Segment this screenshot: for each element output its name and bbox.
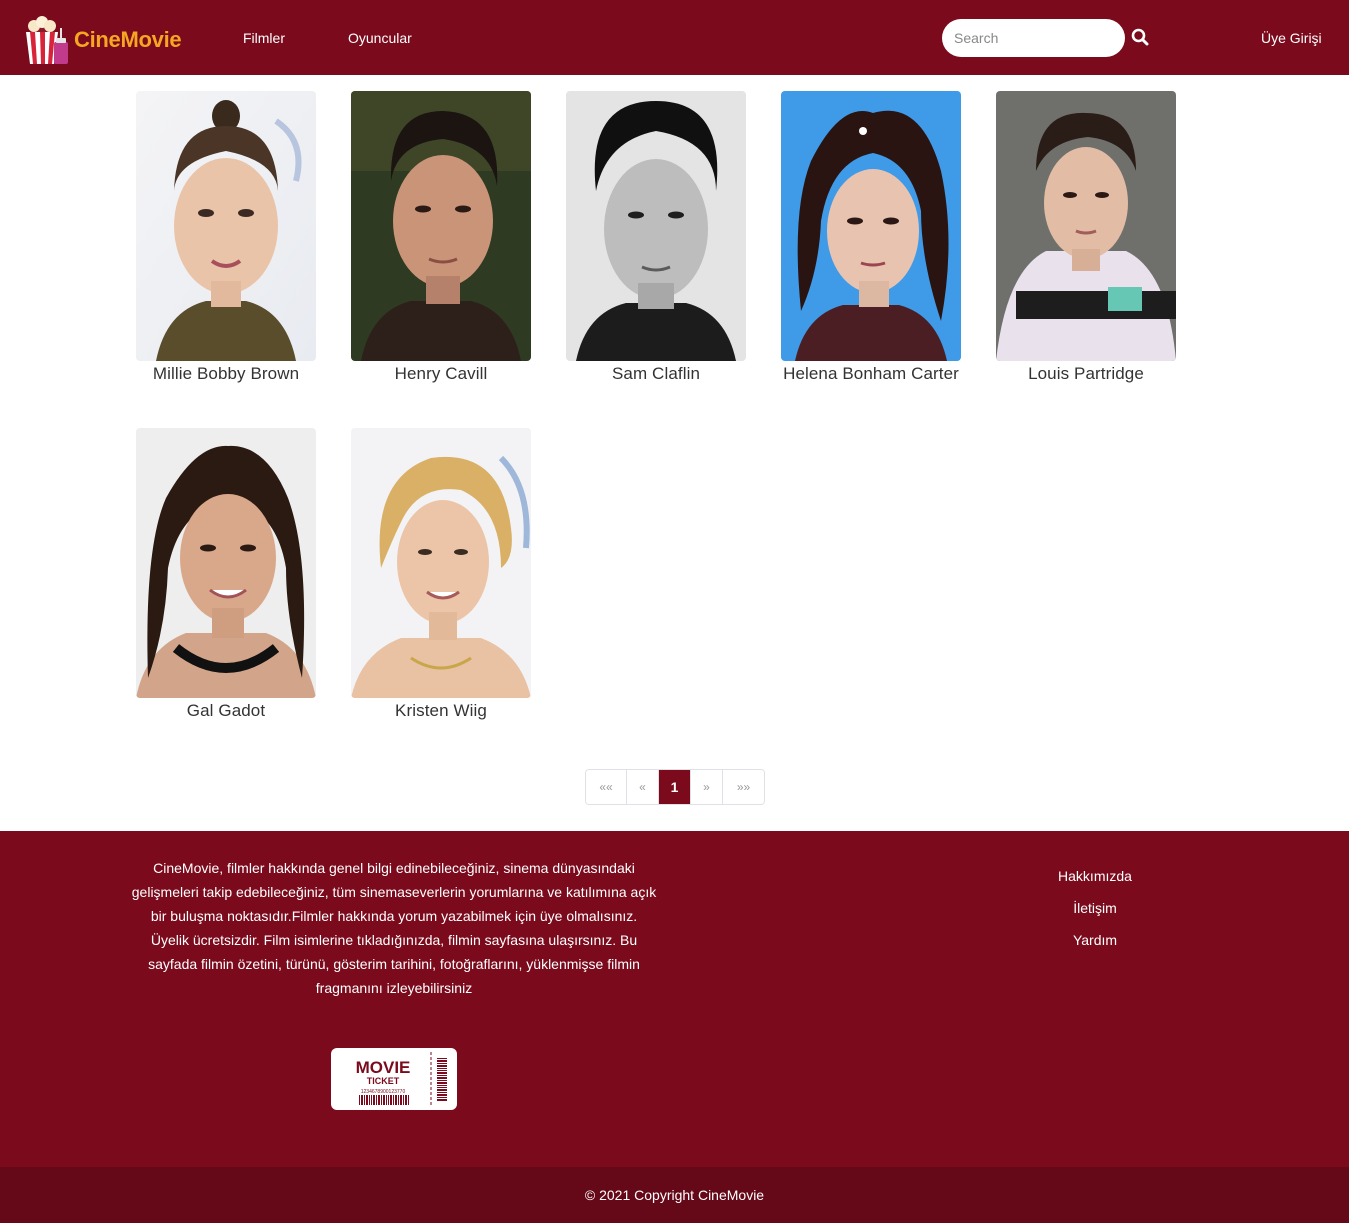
pagination-first[interactable]: «« — [586, 770, 627, 804]
popcorn-icon — [20, 14, 70, 66]
footer-about-text: CineMovie, filmler hakkında genel bilgi … — [131, 860, 657, 996]
brand-logo[interactable]: CineMovie — [20, 14, 182, 66]
nav-link-films[interactable]: Filmler — [243, 30, 285, 46]
actor-photo[interactable] — [996, 91, 1176, 361]
actor-photo[interactable] — [351, 428, 531, 698]
pagination-page-current[interactable]: 1 — [659, 770, 691, 804]
actor-card[interactable]: Helena Bonham Carter — [781, 91, 961, 384]
pagination: «« « 1 » »» — [585, 769, 765, 805]
nav-link-actors[interactable]: Oyuncular — [348, 30, 412, 46]
actor-name[interactable]: Helena Bonham Carter — [781, 364, 961, 384]
actor-name[interactable]: Millie Bobby Brown — [136, 364, 316, 384]
login-link[interactable]: Üye Girişi — [1261, 30, 1322, 46]
actor-photo[interactable] — [136, 91, 316, 361]
actor-card[interactable]: Millie Bobby Brown — [136, 91, 316, 384]
actor-card[interactable]: Henry Cavill — [351, 91, 531, 384]
actor-name[interactable]: Gal Gadot — [136, 701, 316, 721]
footer-links: Hakkımızda İletişim Yardım — [1040, 864, 1150, 960]
actor-name[interactable]: Louis Partridge — [996, 364, 1176, 384]
copyright-bar: © 2021 Copyright CineMovie — [0, 1167, 1349, 1223]
actor-card[interactable]: Gal Gadot — [136, 428, 316, 721]
actor-photo[interactable] — [351, 91, 531, 361]
search-icon[interactable] — [1131, 28, 1151, 48]
actor-photo[interactable] — [781, 91, 961, 361]
ticket-code: 1234678900123770 — [361, 1089, 406, 1095]
movie-ticket-image: MOVIE TICKET 1234678900123770 — [331, 1048, 457, 1110]
brand-name: CineMovie — [74, 27, 182, 52]
actor-photo[interactable] — [566, 91, 746, 361]
actor-card[interactable]: Kristen Wiig — [351, 428, 531, 721]
pagination-next[interactable]: » — [691, 770, 723, 804]
pagination-prev[interactable]: « — [627, 770, 659, 804]
actor-photo[interactable] — [136, 428, 316, 698]
footer-link-contact[interactable]: İletişim — [1040, 896, 1150, 928]
footer-link-about[interactable]: Hakkımızda — [1040, 864, 1150, 896]
actor-name[interactable]: Kristen Wiig — [351, 701, 531, 721]
actor-card[interactable]: Louis Partridge — [996, 91, 1176, 384]
ticket-subtitle: TICKET — [367, 1076, 400, 1086]
search-input[interactable] — [942, 19, 1125, 57]
actor-name[interactable]: Sam Claflin — [566, 364, 746, 384]
actor-card[interactable]: Sam Claflin — [566, 91, 746, 384]
footer-link-help[interactable]: Yardım — [1040, 928, 1150, 960]
footer: CineMovie, filmler hakkında genel bilgi … — [0, 831, 1349, 1167]
navbar: CineMovie Filmler Oyuncular Üye Girişi — [0, 0, 1349, 75]
ticket-title: MOVIE — [356, 1058, 411, 1077]
pagination-last[interactable]: »» — [723, 770, 764, 804]
actor-name[interactable]: Henry Cavill — [351, 364, 531, 384]
